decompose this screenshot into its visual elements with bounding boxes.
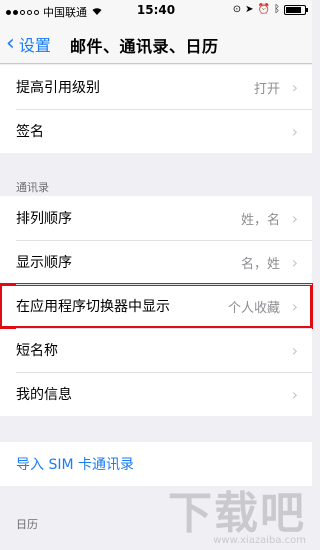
row-label: 短名称 [16, 343, 58, 359]
contacts-section-header: 通讯录 [16, 181, 49, 194]
location-icon: ➤ [245, 4, 254, 15]
signature-row[interactable]: 签名 › [0, 109, 312, 153]
contacts-settings-group: 排列顺序 姓，名 › 显示顺序 名，姓 › 在应用程序切换器中显示 个人收藏 ›… [0, 196, 313, 416]
chevron-right-icon: › [291, 209, 298, 228]
row-value: 名，姓 [240, 256, 280, 272]
quote-level-row[interactable]: 提高引用级别 打开 › [0, 65, 312, 109]
back-button[interactable]: ‹ 设置 [6, 32, 51, 56]
orientation-lock-icon: ⊙ [232, 4, 242, 15]
short-name-row[interactable]: 短名称 › [0, 328, 312, 372]
row-label: 导入 SIM 卡通讯录 [16, 457, 134, 473]
row-label: 提高引用级别 [16, 80, 100, 96]
battery-icon [284, 4, 308, 15]
row-label: 在应用程序切换器中显示 [16, 299, 170, 315]
status-right: ⊙ ➤ ⏰ ᛒ [232, 4, 308, 15]
row-label: 我的信息 [16, 387, 72, 403]
show-in-app-switcher-row[interactable]: 在应用程序切换器中显示 个人收藏 › [0, 283, 313, 329]
row-label: 排列顺序 [16, 211, 72, 227]
status-bar: 中国联通 15:40 ⊙ ➤ ⏰ ᛒ [0, 0, 312, 22]
chevron-right-icon: › [291, 122, 298, 141]
display-order-row[interactable]: 显示顺序 名，姓 › [0, 240, 312, 284]
chevron-left-icon: ‹ [6, 31, 15, 56]
back-button-label: 设置 [18, 36, 51, 55]
chevron-right-icon: › [291, 385, 298, 404]
page-title: 邮件、通讯录、日历 [70, 37, 219, 56]
row-value: 姓，名 [240, 212, 280, 228]
sort-order-row[interactable]: 排列顺序 姓，名 › [0, 196, 312, 240]
bluetooth-icon: ᛒ [274, 4, 280, 15]
alarm-icon: ⏰ [257, 4, 270, 15]
chevron-right-icon: › [291, 78, 298, 97]
chevron-right-icon: › [291, 341, 298, 360]
chevron-right-icon: › [291, 253, 298, 272]
watermark-logo: 下载吧 www.xiazaiba.com [168, 477, 306, 546]
row-value: 打开 [253, 81, 280, 97]
row-value: 个人收藏 [227, 300, 280, 316]
chevron-right-icon: › [291, 297, 298, 316]
watermark-text: 下载吧 [168, 488, 306, 539]
my-info-row[interactable]: 我的信息 › [0, 372, 312, 416]
navigation-bar: ‹ 设置 邮件、通讯录、日历 [0, 22, 312, 64]
row-label: 显示顺序 [16, 255, 72, 271]
calendar-section-header: 日历 [16, 518, 38, 531]
mail-settings-group: 提高引用级别 打开 › 签名 › [0, 65, 312, 153]
battery-level [286, 6, 302, 13]
row-label: 签名 [16, 124, 44, 140]
